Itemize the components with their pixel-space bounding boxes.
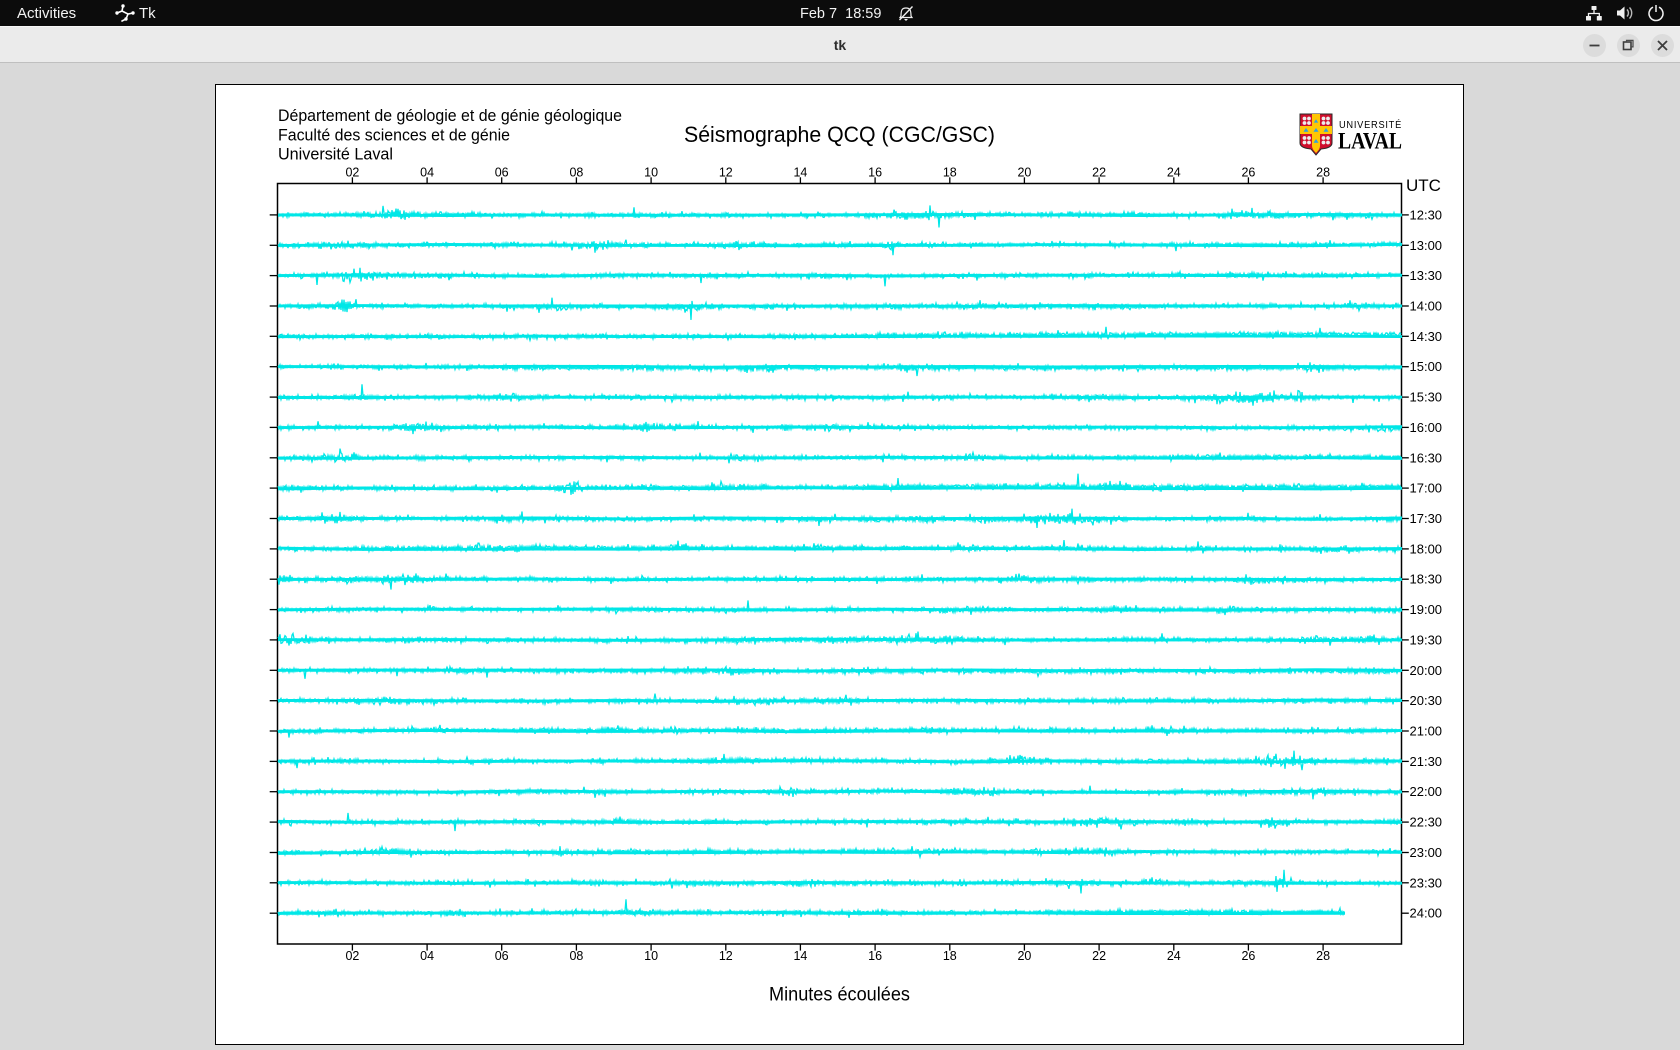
svg-text:Minutes écoulées: Minutes écoulées bbox=[769, 985, 910, 1006]
svg-text:23:30: 23:30 bbox=[1410, 875, 1443, 890]
svg-text:08: 08 bbox=[569, 949, 583, 963]
svg-text:Université Laval: Université Laval bbox=[278, 145, 393, 164]
svg-text:18:00: 18:00 bbox=[1410, 541, 1443, 556]
svg-text:19:00: 19:00 bbox=[1410, 602, 1443, 617]
svg-text:04: 04 bbox=[420, 949, 434, 963]
svg-text:22: 22 bbox=[1092, 166, 1106, 180]
svg-text:21:00: 21:00 bbox=[1410, 724, 1443, 739]
svg-text:12:30: 12:30 bbox=[1410, 207, 1443, 222]
svg-text:02: 02 bbox=[345, 949, 359, 963]
svg-text:26: 26 bbox=[1241, 166, 1255, 180]
svg-text:24: 24 bbox=[1167, 949, 1181, 963]
svg-text:14:30: 14:30 bbox=[1410, 329, 1443, 344]
svg-text:28: 28 bbox=[1316, 949, 1330, 963]
svg-text:12: 12 bbox=[719, 949, 733, 963]
svg-text:Faculté des sciences et de gén: Faculté des sciences et de génie bbox=[278, 125, 510, 144]
svg-text:18: 18 bbox=[943, 949, 957, 963]
svg-text:10: 10 bbox=[644, 166, 658, 180]
svg-text:24: 24 bbox=[1167, 166, 1181, 180]
svg-text:28: 28 bbox=[1316, 166, 1330, 180]
svg-text:12: 12 bbox=[719, 166, 733, 180]
svg-text:13:30: 13:30 bbox=[1410, 268, 1443, 283]
svg-text:22:30: 22:30 bbox=[1410, 815, 1443, 830]
svg-text:19:30: 19:30 bbox=[1410, 632, 1443, 647]
svg-text:20: 20 bbox=[1017, 949, 1031, 963]
svg-text:16:30: 16:30 bbox=[1410, 450, 1443, 465]
svg-text:10: 10 bbox=[644, 949, 658, 963]
svg-text:LAVAL: LAVAL bbox=[1338, 129, 1402, 154]
svg-text:21:30: 21:30 bbox=[1410, 754, 1443, 769]
svg-text:14:00: 14:00 bbox=[1410, 299, 1443, 314]
svg-text:22: 22 bbox=[1092, 949, 1106, 963]
svg-text:16: 16 bbox=[868, 166, 882, 180]
svg-text:20:30: 20:30 bbox=[1410, 693, 1443, 708]
svg-text:17:30: 17:30 bbox=[1410, 511, 1443, 526]
svg-text:20: 20 bbox=[1017, 166, 1031, 180]
svg-text:08: 08 bbox=[569, 166, 583, 180]
svg-text:02: 02 bbox=[345, 166, 359, 180]
svg-text:16:00: 16:00 bbox=[1410, 420, 1443, 435]
svg-text:15:00: 15:00 bbox=[1410, 359, 1443, 374]
svg-text:14: 14 bbox=[793, 949, 807, 963]
svg-text:13:00: 13:00 bbox=[1410, 238, 1443, 253]
svg-text:20:00: 20:00 bbox=[1410, 663, 1443, 678]
svg-text:04: 04 bbox=[420, 166, 434, 180]
svg-text:18:30: 18:30 bbox=[1410, 572, 1443, 587]
svg-text:15:30: 15:30 bbox=[1410, 390, 1443, 405]
svg-text:26: 26 bbox=[1241, 949, 1255, 963]
svg-text:23:00: 23:00 bbox=[1410, 845, 1443, 860]
svg-text:16: 16 bbox=[868, 949, 882, 963]
svg-text:Séismographe QCQ (CGC/GSC): Séismographe QCQ (CGC/GSC) bbox=[684, 122, 995, 147]
svg-text:24:00: 24:00 bbox=[1410, 906, 1443, 921]
svg-text:14: 14 bbox=[793, 166, 807, 180]
svg-text:17:00: 17:00 bbox=[1410, 481, 1443, 496]
svg-text:06: 06 bbox=[495, 166, 509, 180]
svg-text:Département de géologie et de: Département de géologie et de génie géol… bbox=[278, 106, 622, 125]
svg-text:06: 06 bbox=[495, 949, 509, 963]
svg-text:22:00: 22:00 bbox=[1410, 784, 1443, 799]
svg-text:18: 18 bbox=[943, 166, 957, 180]
svg-text:UTC: UTC bbox=[1406, 176, 1441, 195]
